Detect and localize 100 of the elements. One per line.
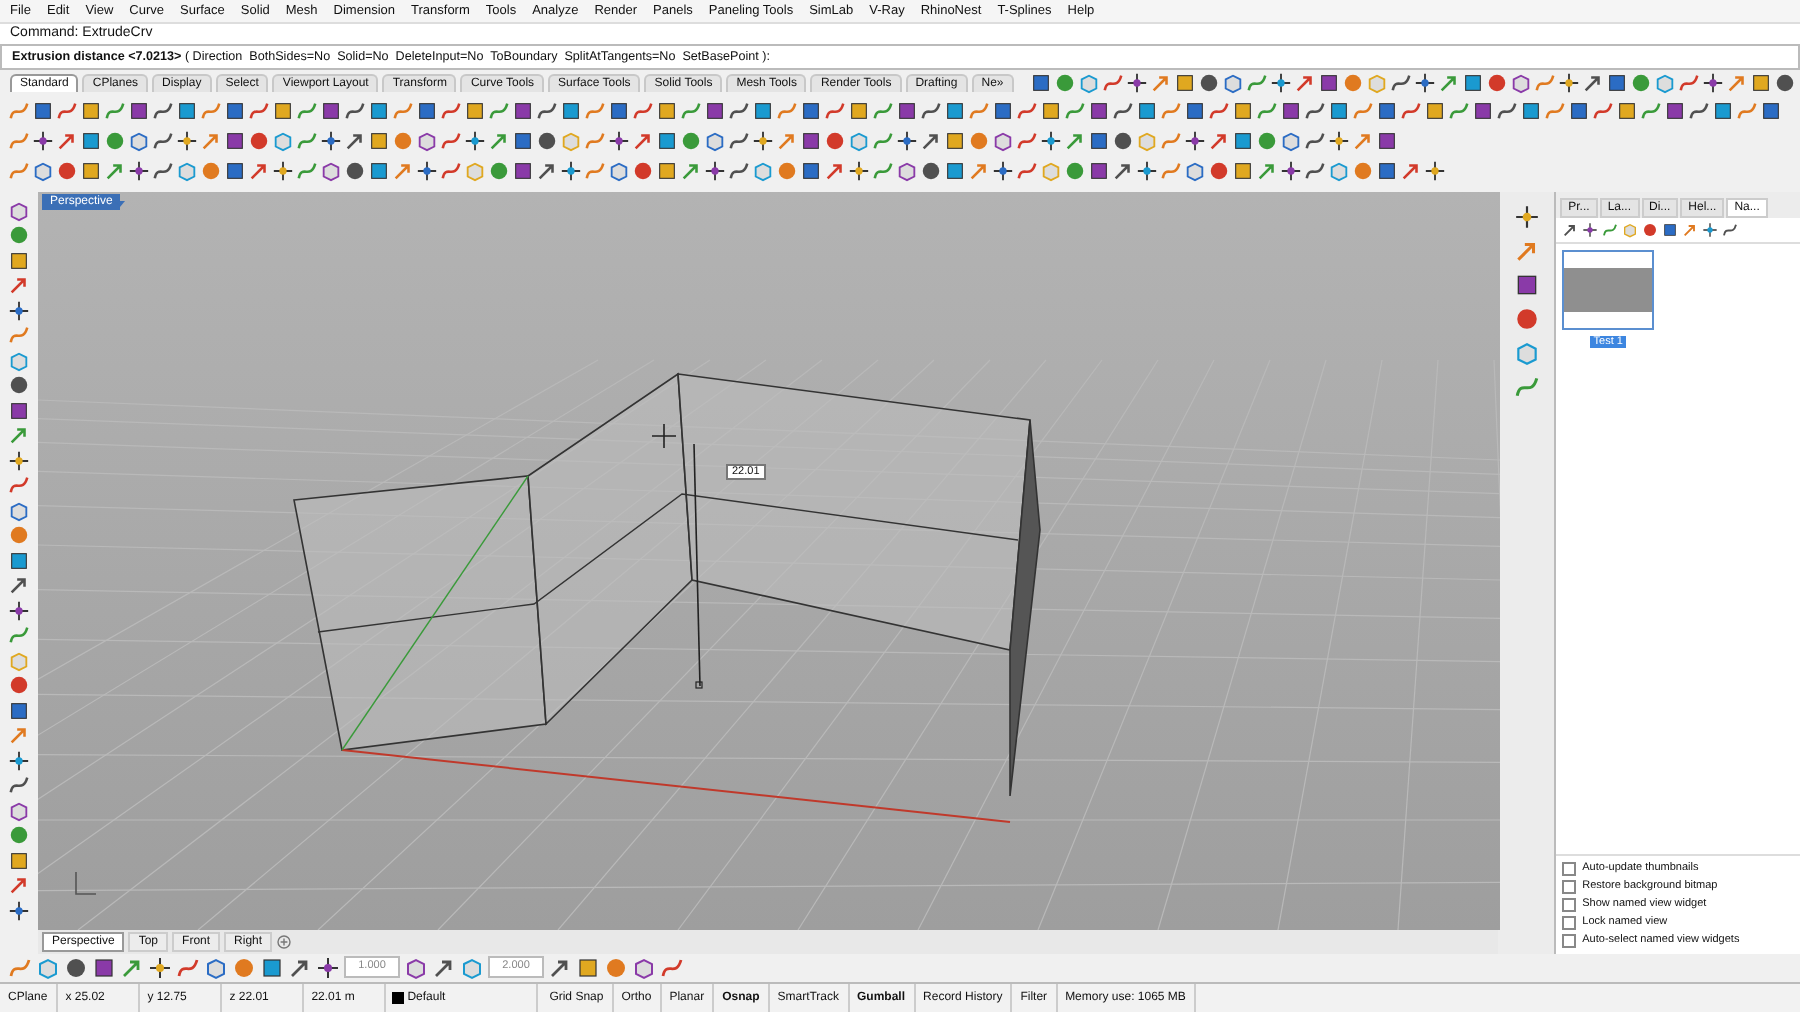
curve-icon[interactable] — [1101, 72, 1124, 95]
curve-icon[interactable] — [344, 100, 366, 123]
crosshair-icon[interactable] — [128, 159, 150, 182]
sheet-icon[interactable] — [1280, 100, 1302, 123]
sheet-icon[interactable] — [512, 100, 534, 123]
crosshair-icon[interactable] — [1280, 159, 1302, 182]
curve-icon[interactable] — [152, 130, 174, 153]
sheet-icon[interactable] — [1232, 100, 1254, 123]
arrow-icon[interactable] — [824, 159, 846, 182]
sheet-icon[interactable] — [7, 549, 30, 572]
crosshair-icon[interactable] — [316, 955, 340, 980]
sheet-icon[interactable] — [176, 100, 198, 123]
cube-icon[interactable] — [7, 799, 30, 822]
sheet-icon[interactable] — [224, 159, 246, 182]
sheet-icon[interactable] — [1317, 72, 1340, 95]
sheet-icon[interactable] — [7, 699, 30, 722]
curve-icon[interactable] — [632, 100, 654, 123]
sheet-icon[interactable] — [1461, 72, 1484, 95]
checkbox[interactable] — [1562, 915, 1577, 930]
sphere-icon[interactable] — [1642, 221, 1659, 238]
sheet-icon[interactable] — [1040, 100, 1062, 123]
add-icon[interactable] — [276, 933, 293, 950]
sphere-icon[interactable] — [1208, 159, 1230, 182]
crosshair-icon[interactable] — [272, 159, 294, 182]
curve-icon[interactable] — [1722, 221, 1739, 238]
arrow-icon[interactable] — [1112, 159, 1134, 182]
sphere-icon[interactable] — [7, 674, 30, 697]
curve-icon[interactable] — [152, 100, 174, 123]
sheet-icon[interactable] — [1568, 100, 1590, 123]
arrow-icon[interactable] — [548, 955, 572, 980]
sphere-icon[interactable] — [1513, 305, 1540, 332]
sheet-icon[interactable] — [92, 955, 116, 980]
arrow-icon[interactable] — [288, 955, 312, 980]
sheet-icon[interactable] — [656, 100, 678, 123]
sheet-icon[interactable] — [1088, 130, 1110, 153]
curve-icon[interactable] — [1016, 130, 1038, 153]
cube-icon[interactable] — [992, 130, 1014, 153]
crosshair-icon[interactable] — [7, 299, 30, 322]
sheet-icon[interactable] — [260, 955, 284, 980]
curve-icon[interactable] — [536, 100, 558, 123]
sheet-icon[interactable] — [512, 130, 534, 153]
sheet-icon[interactable] — [992, 100, 1014, 123]
arrow-icon[interactable] — [248, 159, 270, 182]
sheet-icon[interactable] — [1136, 100, 1158, 123]
sheet-icon[interactable] — [512, 159, 534, 182]
sheet-icon[interactable] — [1232, 159, 1254, 182]
checkbox[interactable] — [1562, 879, 1577, 894]
crosshair-icon[interactable] — [752, 130, 774, 153]
crosshair-icon[interactable] — [1413, 72, 1436, 95]
sphere-icon[interactable] — [1112, 130, 1134, 153]
curve-icon[interactable] — [660, 955, 684, 980]
sheet-icon[interactable] — [224, 130, 246, 153]
cube-icon[interactable] — [404, 955, 428, 980]
sheet-icon[interactable] — [656, 159, 678, 182]
arrow-icon[interactable] — [632, 130, 654, 153]
sheet-icon[interactable] — [7, 849, 30, 872]
sheet-icon[interactable] — [320, 100, 342, 123]
curve-icon[interactable] — [1602, 221, 1619, 238]
crosshair-icon[interactable] — [416, 159, 438, 182]
checkbox[interactable] — [1562, 933, 1577, 948]
crosshair-icon[interactable] — [1701, 72, 1724, 95]
sheet-icon[interactable] — [80, 100, 102, 123]
arrow-icon[interactable] — [536, 159, 558, 182]
curve-icon[interactable] — [152, 159, 174, 182]
sphere-icon[interactable] — [248, 130, 270, 153]
sheet-icon[interactable] — [1088, 159, 1110, 182]
crosshair-icon[interactable] — [1557, 72, 1580, 95]
sheet-icon[interactable] — [896, 100, 918, 123]
sheet-icon[interactable] — [272, 100, 294, 123]
sheet-icon[interactable] — [848, 100, 870, 123]
curve-icon[interactable] — [920, 100, 942, 123]
checkbox[interactable] — [1562, 861, 1577, 876]
sheet-icon[interactable] — [1376, 159, 1398, 182]
sphere-icon[interactable] — [824, 130, 846, 153]
crosshair-icon[interactable] — [7, 899, 30, 922]
cube-icon[interactable] — [704, 130, 726, 153]
sheet-icon[interactable] — [1712, 100, 1734, 123]
sphere-icon[interactable] — [64, 955, 88, 980]
curve-icon[interactable] — [824, 100, 846, 123]
cube-icon[interactable] — [416, 130, 438, 153]
sheet-icon[interactable] — [1173, 72, 1196, 95]
crosshair-icon[interactable] — [1125, 72, 1148, 95]
sheet-icon[interactable] — [1616, 100, 1638, 123]
sheet-icon[interactable] — [1513, 271, 1540, 298]
sphere-icon[interactable] — [344, 159, 366, 182]
sheet-icon[interactable] — [608, 100, 630, 123]
sheet-icon[interactable] — [1760, 100, 1782, 123]
crosshair-icon[interactable] — [1269, 72, 1292, 95]
curve-icon[interactable] — [1112, 100, 1134, 123]
curve-icon[interactable] — [1016, 100, 1038, 123]
sheet-icon[interactable] — [368, 159, 390, 182]
arrow-icon[interactable] — [56, 130, 78, 153]
sheet-icon[interactable] — [1472, 100, 1494, 123]
curve-icon[interactable] — [440, 130, 462, 153]
curve-icon[interactable] — [728, 100, 750, 123]
cube-icon[interactable] — [7, 199, 30, 222]
crosshair-icon[interactable] — [1184, 130, 1206, 153]
crosshair-icon[interactable] — [704, 159, 726, 182]
crosshair-icon[interactable] — [7, 599, 30, 622]
curve-icon[interactable] — [1304, 130, 1326, 153]
